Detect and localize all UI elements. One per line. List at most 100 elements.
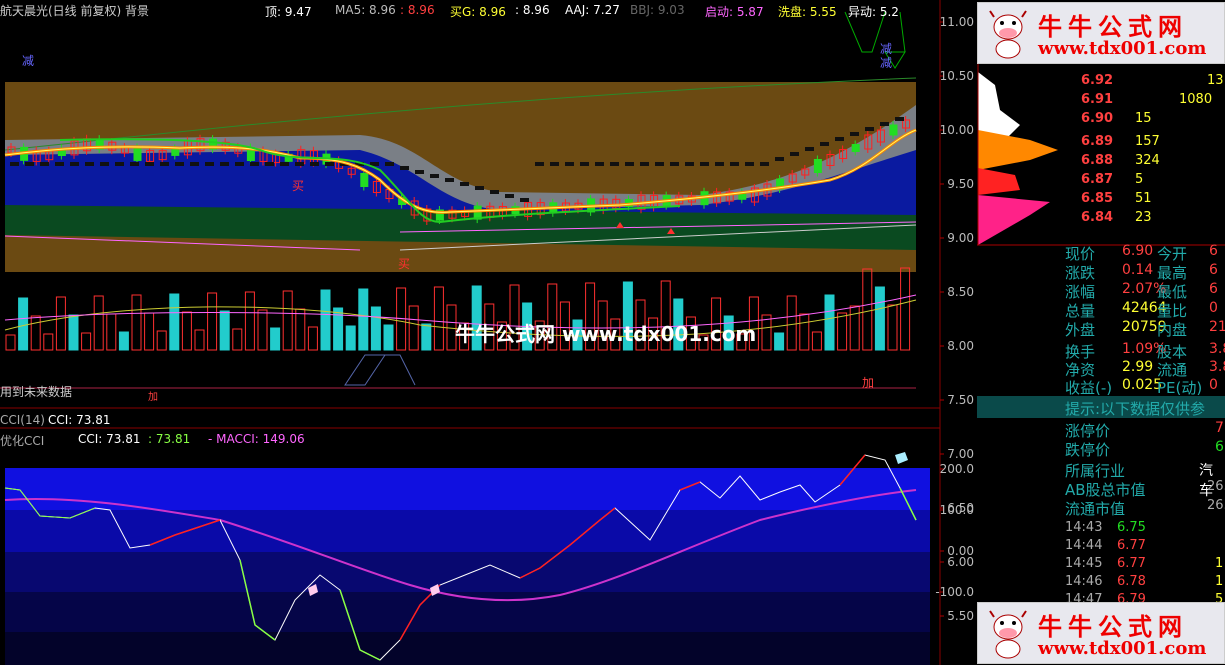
quote-key: 现价 <box>1065 245 1096 263</box>
volume-bar <box>786 295 797 351</box>
volume-bar <box>181 311 192 351</box>
quote-key: 总量 <box>1065 302 1096 320</box>
tick-price: 6.77 <box>1117 556 1146 571</box>
volume-bar <box>874 286 885 351</box>
order-volume: 15 <box>1135 111 1152 126</box>
quote-key-2: 今开 <box>1157 245 1188 263</box>
cci-value-2: : 73.81 <box>148 432 191 446</box>
price-tick-label: 9.50 <box>947 177 974 191</box>
candle-body <box>889 124 898 136</box>
quote-value-2: 21 <box>1209 319 1225 335</box>
quote-key: 涨停价 <box>1065 422 1111 440</box>
tick-volume: 1 <box>1215 556 1224 571</box>
maig-value: 买G: 8.96 <box>450 5 506 19</box>
candle-body <box>133 146 142 161</box>
watermark-url: www.tdx001.com <box>1038 38 1207 59</box>
ma-dash <box>325 162 334 166</box>
cci-band-3 <box>5 552 930 592</box>
quote-key-2: 最低 <box>1157 283 1188 301</box>
ma-dash <box>115 162 124 166</box>
tip-text: 提示:以下数据仅供参 <box>1065 400 1206 418</box>
cci14-label: CCI(14) <box>0 413 45 427</box>
quote-key-2: PE(动) <box>1157 379 1203 397</box>
ma-dash <box>280 162 289 166</box>
ma-dash <box>235 162 244 166</box>
bbj-value: BBJ: 9.03 <box>630 3 685 17</box>
jia-label: 加 <box>148 392 158 403</box>
volume-bar <box>131 294 142 351</box>
order-volume: 13 <box>1207 73 1224 88</box>
ma-dash <box>850 132 859 136</box>
cci-tick-label: 0.00 <box>947 544 974 558</box>
price-tick-label: 10.50 <box>940 69 974 83</box>
volume-bar <box>295 308 306 351</box>
ma-dash <box>520 198 529 202</box>
buy-marker: 买 <box>292 179 304 193</box>
ma-dash <box>790 152 799 156</box>
watermark-url-2: www.tdx001.com <box>1038 638 1207 659</box>
ma-dash <box>730 162 739 166</box>
ma5-arrow: : 8.96 <box>400 3 435 17</box>
ma-dash <box>835 137 844 141</box>
order-price: 6.84 <box>1081 210 1114 225</box>
quote-key: 外盘 <box>1065 321 1096 339</box>
price-tick-label: 5.50 <box>947 609 974 623</box>
tip-bar: 提示:以下数据仅供参 <box>977 396 1225 418</box>
cow-icon <box>989 610 1027 659</box>
quote-value-2: 0 <box>1209 300 1218 316</box>
macci-value: - MACCI: 149.06 <box>208 432 305 446</box>
ma-dash <box>865 127 874 131</box>
ma-dash <box>430 174 439 178</box>
volume-bar <box>862 268 873 351</box>
cap-value: 26.5 <box>1207 479 1225 494</box>
watermark-name-2: 牛牛公式网 <box>1038 612 1188 641</box>
volume-bar <box>320 289 331 351</box>
volume-bar <box>144 312 155 351</box>
order-volume: 157 <box>1135 134 1160 149</box>
order-price: 6.92 <box>1081 73 1114 88</box>
ma-dash <box>820 142 829 146</box>
ma-dash <box>655 162 664 166</box>
ma-dash <box>145 162 154 166</box>
price-tick-label: 10.00 <box>940 123 974 137</box>
quote-value-2: 3.8 <box>1209 359 1225 375</box>
volume-bar <box>849 305 860 351</box>
tick-time: 14:44 <box>1065 538 1103 553</box>
volume-bar <box>118 331 129 351</box>
diamond-icon <box>895 452 908 464</box>
ma-dash <box>475 186 484 190</box>
price-tick-label: 7.50 <box>947 393 974 407</box>
volume-bar <box>169 293 180 351</box>
order-price: 6.88 <box>1081 153 1114 168</box>
ma-dash <box>250 162 259 166</box>
youhua-cci-label: 优化CCI <box>0 434 45 448</box>
ma-dash <box>265 162 274 166</box>
jian-label: 减 <box>22 54 35 68</box>
volume-bar <box>307 326 318 351</box>
center-watermark: 牛牛公式网 www.tdx001.com <box>455 322 757 346</box>
ma5-value: MA5: 8.96 <box>335 3 396 17</box>
tick-time: 14:45 <box>1065 556 1103 571</box>
ma-dash <box>580 162 589 166</box>
tick-volume: 1 <box>1215 574 1224 589</box>
quote-value-2: 6 <box>1209 243 1218 259</box>
quote-key: 收益(-) <box>1065 379 1113 397</box>
ma-dash <box>160 162 169 166</box>
cci-band-5 <box>5 632 930 665</box>
ma-dash <box>640 162 649 166</box>
cci-band-1 <box>5 468 930 510</box>
ma-dash <box>625 162 634 166</box>
quote-value-2: 3.8 <box>1209 341 1225 357</box>
quote-value-2: 0 <box>1209 377 1218 393</box>
ma-dash <box>385 162 394 166</box>
volume-bar <box>383 324 394 351</box>
ma-dash <box>10 162 19 166</box>
xipan-value: 洗盘: 5.55 <box>778 5 837 19</box>
ma-dash <box>55 162 64 166</box>
volume-bar <box>358 288 369 351</box>
ma-dash <box>400 166 409 170</box>
price-tick-label: 8.50 <box>947 285 974 299</box>
ma-dash <box>175 162 184 166</box>
tick-time: 14:46 <box>1065 574 1103 589</box>
cci-value: CCI: 73.81 <box>78 432 141 446</box>
